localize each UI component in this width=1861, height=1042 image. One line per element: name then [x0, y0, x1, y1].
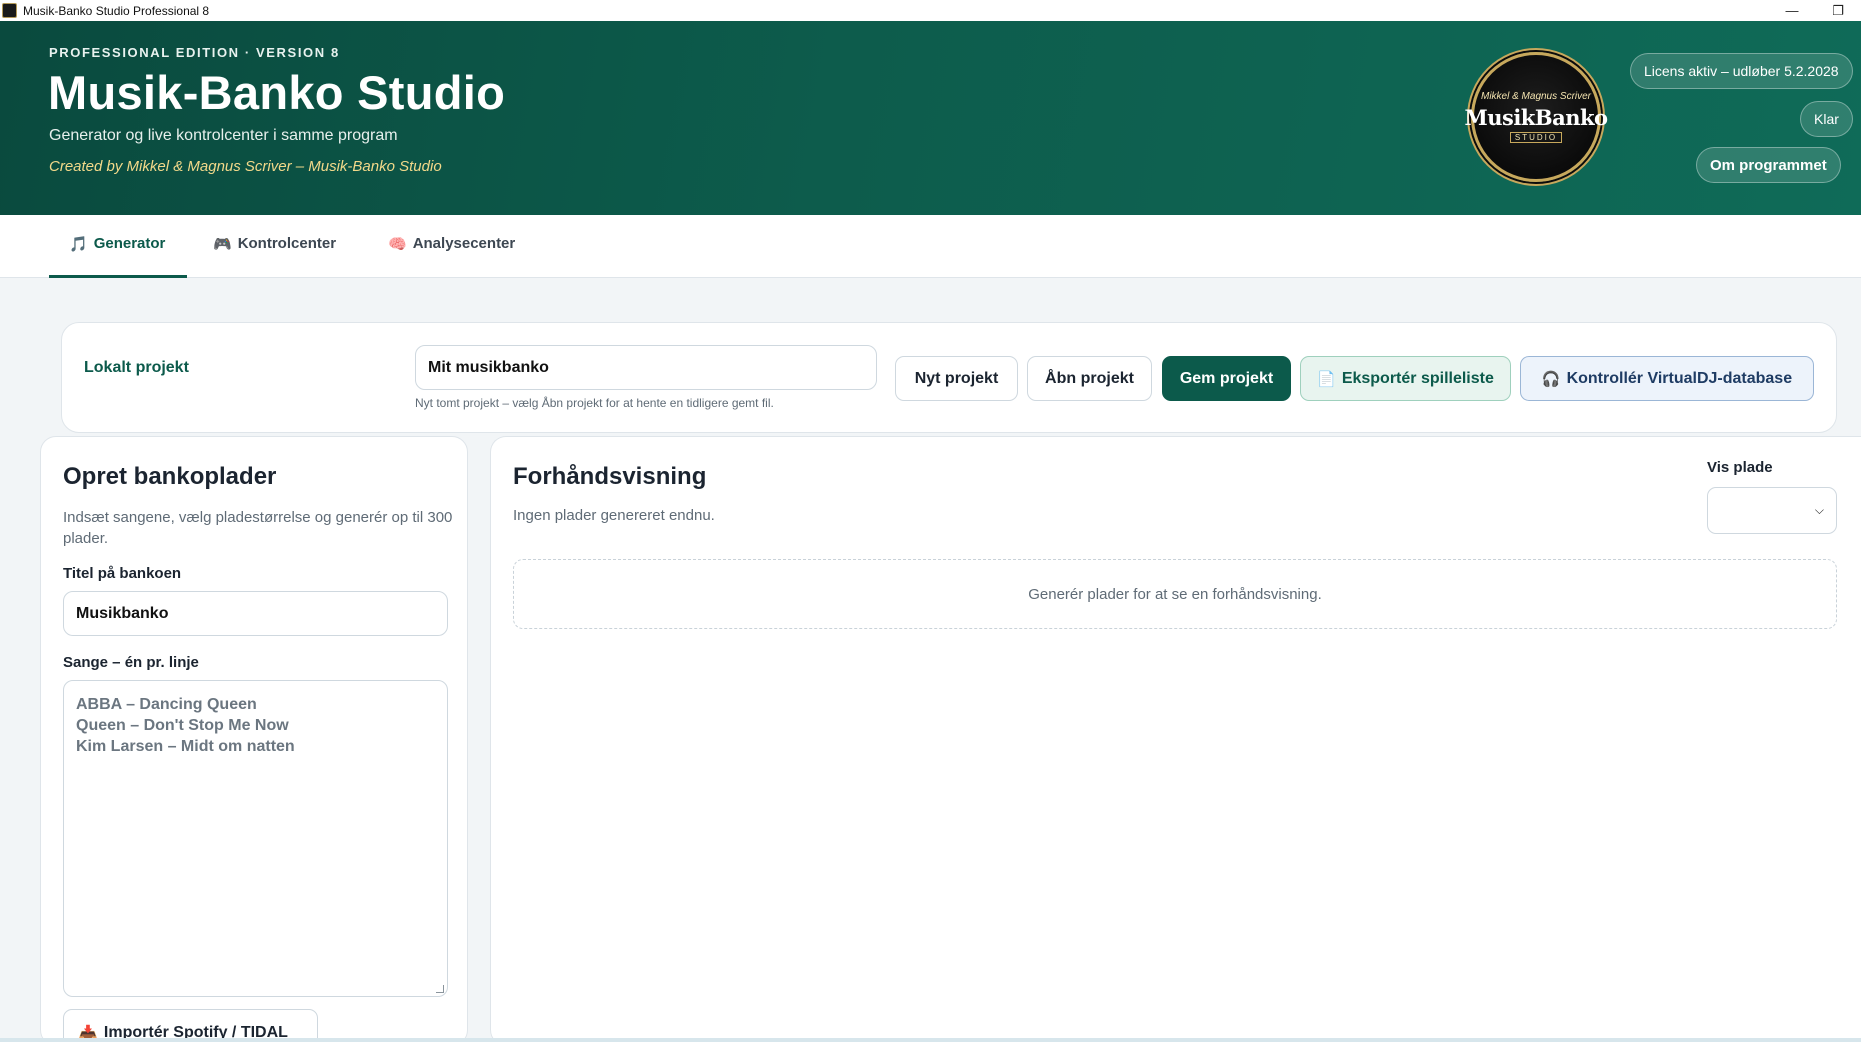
- app-subtitle: Generator og live kontrolcenter i samme …: [49, 127, 398, 144]
- open-project-button[interactable]: Åbn projekt: [1027, 356, 1152, 401]
- bingo-title-input[interactable]: [63, 591, 448, 636]
- save-project-button[interactable]: Gem projekt: [1162, 356, 1291, 401]
- check-virtualdj-label: Kontrollér VirtualDJ-database: [1566, 369, 1793, 387]
- music-note-icon: 🎵: [69, 236, 88, 253]
- logo-creators: Mikkel & Magnus Scriver: [1480, 91, 1592, 102]
- brand-logo: Mikkel & Magnus Scriver MusikBanko STUDI…: [1464, 52, 1608, 182]
- songs-placeholder-line: Queen – Don't Stop Me Now: [76, 717, 289, 734]
- show-plate-label: Vis plade: [1707, 459, 1773, 476]
- export-playlist-label: Eksportér spilleliste: [1341, 369, 1494, 387]
- brain-icon: 🧠: [388, 236, 407, 253]
- window-title: Musik-Banko Studio Professional 8: [23, 3, 210, 18]
- minimize-button[interactable]: —: [1769, 0, 1815, 21]
- project-label: Lokalt projekt: [84, 359, 189, 376]
- create-description: Indsæt sangene, vælg pladestørrelse og g…: [63, 509, 453, 547]
- preview-heading: Forhåndsvisning: [513, 463, 707, 490]
- tab-generator[interactable]: 🎵 Generator: [49, 235, 187, 278]
- app-header: PROFESSIONAL EDITION · VERSION 8 Musik-B…: [0, 21, 1861, 215]
- no-plates-text: Ingen plader genereret endnu.: [513, 507, 715, 524]
- headphones-icon: 🎧: [1541, 370, 1561, 388]
- songs-placeholder-line: ABBA – Dancing Queen: [76, 696, 257, 713]
- bingo-title-label: Titel på bankoen: [63, 565, 182, 582]
- create-plates-panel: Opret bankoplader Indsæt sangene, vælg p…: [40, 436, 468, 1042]
- preview-placeholder: Generér plader for at se en forhåndsvisn…: [513, 559, 1837, 629]
- document-icon: 📄: [1317, 370, 1336, 388]
- gamepad-icon: 🎮: [213, 236, 232, 253]
- about-button[interactable]: Om programmet: [1696, 147, 1841, 183]
- restore-button[interactable]: ❐: [1815, 0, 1861, 21]
- tab-kontrolcenter-label: Kontrolcenter: [237, 235, 337, 252]
- bottom-edge: [0, 1038, 1861, 1042]
- chevron-down-icon: ⌵: [1814, 503, 1824, 517]
- project-card: Lokalt projekt Nyt tomt projekt – vælg Å…: [61, 322, 1837, 433]
- preview-panel: Forhåndsvisning Ingen plader genereret e…: [490, 436, 1861, 1042]
- songs-placeholder-line: Kim Larsen – Midt om natten: [76, 738, 295, 755]
- logo-studio: STUDIO: [1509, 132, 1563, 143]
- create-heading: Opret bankoplader: [63, 463, 277, 490]
- export-playlist-button[interactable]: 📄 Eksportér spilleliste: [1300, 356, 1511, 401]
- app-title: Musik-Banko Studio: [48, 66, 506, 119]
- status-badge: Klar: [1800, 101, 1853, 137]
- resize-handle[interactable]: [436, 985, 444, 993]
- check-virtualdj-button[interactable]: 🎧 Kontrollér VirtualDJ-database: [1520, 356, 1814, 401]
- window-titlebar: Musik-Banko Studio Professional 8 — ❐: [0, 0, 1861, 21]
- project-hint: Nyt tomt projekt – vælg Åbn projekt for …: [415, 396, 774, 410]
- songs-label: Sange – én pr. linje: [63, 654, 199, 671]
- app-icon: [2, 3, 17, 18]
- credits-text: Created by Mikkel & Magnus Scriver – Mus…: [49, 158, 442, 175]
- plate-select[interactable]: ⌵: [1707, 487, 1837, 534]
- tab-generator-label: Generator: [93, 235, 166, 252]
- edition-label: PROFESSIONAL EDITION · VERSION 8: [49, 45, 340, 60]
- tab-bar: 🎵 Generator 🎮 Kontrolcenter 🧠 Analysecen…: [0, 215, 1861, 278]
- window-controls: — ❐: [1769, 0, 1861, 21]
- tab-analysecenter[interactable]: 🧠 Analysecenter: [368, 235, 535, 278]
- tab-analysecenter-label: Analysecenter: [412, 235, 516, 252]
- license-badge: Licens aktiv – udløber 5.2.2028: [1630, 53, 1853, 89]
- new-project-button[interactable]: Nyt projekt: [895, 356, 1018, 401]
- logo-wordmark: MusikBanko: [1464, 105, 1608, 130]
- tab-kontrolcenter[interactable]: 🎮 Kontrolcenter: [193, 235, 356, 278]
- project-name-input[interactable]: [415, 345, 877, 390]
- songs-textarea[interactable]: ABBA – Dancing Queen Queen – Don't Stop …: [63, 680, 448, 997]
